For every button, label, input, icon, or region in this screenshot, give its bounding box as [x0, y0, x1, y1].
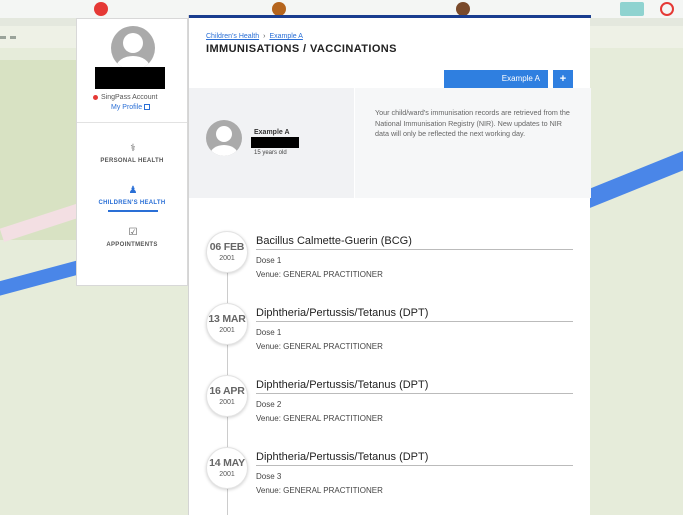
- singpass-status: SingPass Account: [93, 94, 157, 101]
- date-year: 2001: [219, 327, 235, 334]
- main-panel: Children's Health › Example A IMMUNISATION…: [188, 15, 591, 515]
- status-dot-icon: [93, 94, 98, 100]
- date-day-month: 13 MAR: [208, 313, 246, 325]
- avatar-head: [216, 126, 232, 142]
- vaccine-divider: [256, 465, 573, 466]
- map-building-icon: [620, 2, 644, 16]
- map-figure-icon: [456, 2, 470, 16]
- dose-label: Dose 3: [256, 472, 282, 481]
- profile-section: SingPass Account My Profile: [77, 19, 187, 123]
- profile-sidebar: SingPass Account My Profile ⚕ PERSONAL H…: [76, 18, 188, 286]
- date-day-month: 16 APR: [209, 385, 245, 397]
- immunisation-entry: 16 APR 2001 Diphtheria/Pertussis/Tetanus…: [189, 375, 591, 435]
- date-badge: 16 APR 2001: [206, 375, 248, 417]
- immunisation-entry: 06 FEB 2001 Bacillus Calmette-Guerin (BC…: [189, 231, 591, 291]
- breadcrumb-child[interactable]: Example A: [269, 33, 302, 40]
- redacted-child-name: [251, 137, 299, 148]
- map-figure-icon: [94, 2, 108, 16]
- child-name: Example A: [254, 129, 290, 136]
- vaccine-name: Diphtheria/Pertussis/Tetanus (DPT): [256, 379, 429, 391]
- edit-icon: [144, 104, 151, 111]
- date-badge: 13 MAR 2001: [206, 303, 248, 345]
- date-year: 2001: [219, 399, 235, 406]
- vaccine-name: Diphtheria/Pertussis/Tetanus (DPT): [256, 451, 429, 463]
- vaccine-name: Bacillus Calmette-Guerin (BCG): [256, 235, 412, 247]
- calendar-check-icon: ☑: [128, 227, 138, 238]
- card-divider: [354, 88, 355, 198]
- notice-panel: [355, 88, 591, 198]
- vaccine-divider: [256, 393, 573, 394]
- my-profile-link[interactable]: My Profile: [111, 104, 151, 111]
- dose-label: Dose 1: [256, 328, 282, 337]
- dose-label: Dose 1: [256, 256, 282, 265]
- my-profile-label: My Profile: [111, 104, 143, 111]
- date-day-month: 06 FEB: [209, 241, 245, 253]
- children-health-icon: ♟: [128, 185, 138, 196]
- immunisation-entry: 13 MAR 2001 Diphtheria/Pertussis/Tetanus…: [189, 303, 591, 363]
- date-badge: 06 FEB 2001: [206, 231, 248, 273]
- vaccine-divider: [256, 249, 573, 250]
- breadcrumb-childrens-health[interactable]: Children's Health: [206, 33, 259, 40]
- nav-childrens-health[interactable]: ♟ CHILDREN'S HEALTH: [77, 179, 187, 221]
- nav-label: APPOINTMENTS: [106, 242, 158, 248]
- active-indicator: [108, 210, 158, 212]
- add-child-button[interactable]: +: [553, 70, 573, 88]
- map-figure-icon: [272, 2, 286, 16]
- nav-label: CHILDREN'S HEALTH: [98, 200, 166, 206]
- vaccine-divider: [256, 321, 573, 322]
- venue-label: Venue: GENERAL PRACTITIONER: [256, 270, 383, 279]
- avatar-head: [123, 33, 143, 53]
- venue-label: Venue: GENERAL PRACTITIONER: [256, 342, 383, 351]
- chevron-right-icon: ›: [263, 33, 266, 40]
- page-title: IMMUNISATIONS / VACCINATIONS: [206, 43, 397, 55]
- vaccine-name: Diphtheria/Pertussis/Tetanus (DPT): [256, 307, 429, 319]
- child-info-card: Example A 15 years old Your child/ward's…: [189, 88, 591, 198]
- personal-health-icon: ⚕: [130, 143, 136, 154]
- nav-personal-health[interactable]: ⚕ PERSONAL HEALTH: [77, 137, 187, 179]
- avatar: [111, 26, 155, 70]
- nav-label: PERSONAL HEALTH: [100, 158, 164, 164]
- child-selector-button[interactable]: Example A: [444, 70, 548, 88]
- breadcrumb: Children's Health › Example A: [206, 33, 303, 40]
- child-avatar: [206, 120, 242, 156]
- date-year: 2001: [219, 255, 235, 262]
- venue-label: Venue: GENERAL PRACTITIONER: [256, 414, 383, 423]
- singpass-label: SingPass Account: [101, 94, 158, 101]
- date-day-month: 14 MAY: [209, 457, 245, 469]
- map-dash: [10, 36, 16, 39]
- bicycle-icon: [660, 2, 674, 16]
- dose-label: Dose 2: [256, 400, 282, 409]
- child-age: 15 years old: [254, 150, 287, 156]
- date-year: 2001: [219, 471, 235, 478]
- venue-label: Venue: GENERAL PRACTITIONER: [256, 486, 383, 495]
- date-badge: 14 MAY 2001: [206, 447, 248, 489]
- redacted-name: [95, 67, 165, 89]
- nir-notice: Your child/ward's immunisation records a…: [375, 108, 570, 138]
- immunisation-entry: 14 MAY 2001 Diphtheria/Pertussis/Tetanus…: [189, 447, 591, 507]
- nav-appointments[interactable]: ☑ APPOINTMENTS: [77, 221, 187, 263]
- map-dash: [0, 36, 6, 39]
- avatar-body: [210, 145, 238, 156]
- header-rule: [189, 15, 591, 18]
